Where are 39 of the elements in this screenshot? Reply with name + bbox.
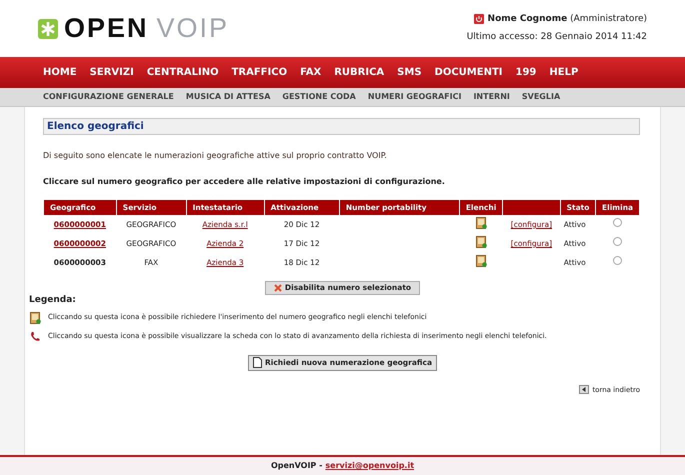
intro-text: Di seguito sono elencate le numerazioni geografiche attive sul proprio contratto VOIP.	[43, 150, 388, 162]
subnav-link[interactable]: GESTIONE CODA	[282, 91, 356, 103]
nav-link[interactable]: CENTRALINO	[146, 65, 219, 80]
logo-text: OPEN	[64, 15, 149, 42]
section-title: Elenco geografici	[47, 120, 144, 134]
instruction-text: Cliccare sul numero geografico per accedere alle relative impostazioni di configurazione.	[43, 176, 446, 188]
cross-icon	[274, 284, 282, 292]
logo-text: VOIP	[156, 15, 230, 42]
email-link[interactable]: servizi@openvoip.it	[325, 460, 414, 472]
subnav-link[interactable]: INTERNI	[473, 91, 510, 103]
power-icon[interactable]	[474, 14, 484, 24]
nav-link[interactable]: RUBRICA	[334, 65, 384, 80]
nav-link[interactable]: SMS	[397, 65, 422, 80]
subnav-link[interactable]: CONFIGURAZIONE GENERALE	[43, 91, 174, 103]
nav-link[interactable]: DOCUMENTI	[434, 65, 502, 80]
footer-brand: OpenVOIP -	[270, 460, 322, 472]
last-access: Ultimo accesso: 28 Gennaio 2014 11:42	[466, 31, 647, 44]
nav-link[interactable]: HOME	[43, 65, 77, 80]
logo-icon	[38, 18, 58, 38]
subnav-link[interactable]: MUSICA DI ATTESA	[186, 91, 270, 103]
nav-link[interactable]: 199	[516, 65, 536, 80]
directory-icon	[476, 216, 487, 229]
radio-button[interactable]	[613, 237, 622, 246]
legend-title: Legenda:	[29, 294, 77, 307]
nav-link[interactable]: SERVIZI	[90, 65, 134, 80]
directory-icon	[476, 236, 487, 248]
user-name: Nome Cognome (Amministratore)	[488, 12, 647, 26]
directory-icon	[476, 254, 487, 267]
radio-button[interactable]	[613, 256, 622, 266]
column-header	[503, 200, 560, 215]
directory-icon	[30, 312, 41, 324]
nav-link[interactable]: TRAFFICO	[232, 65, 288, 80]
phone-icon	[30, 330, 40, 342]
subnav-link[interactable]: NUMERI GEOGRAFICI	[368, 91, 462, 103]
subnav-link[interactable]: SVEGLIA	[522, 91, 560, 103]
nav-link[interactable]: FAX	[300, 65, 322, 80]
radio-button[interactable]	[613, 218, 622, 228]
document-icon	[253, 357, 262, 368]
nav-link[interactable]: HELP	[549, 65, 578, 80]
